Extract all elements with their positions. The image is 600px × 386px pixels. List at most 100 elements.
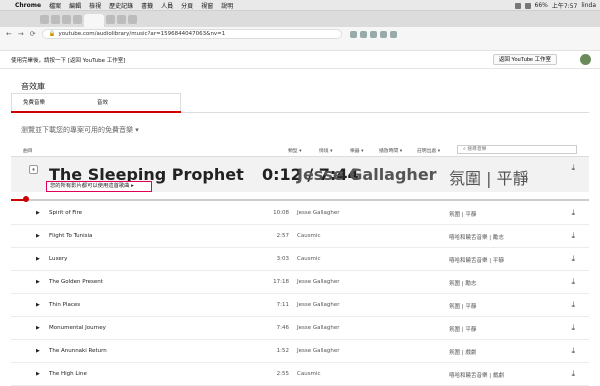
track-artist: Causmic: [297, 256, 321, 262]
browse-dropdown[interactable]: 瀏覽並下載您的專案可用的免費音樂 ▾: [21, 125, 139, 135]
download-icon[interactable]: ⤓: [571, 163, 575, 173]
license-note[interactable]: 您的所有影片都可以使用這首歌曲 ▸: [46, 181, 152, 192]
menu-view[interactable]: 檢視: [89, 1, 101, 10]
back-arrow-icon[interactable]: ←: [6, 30, 12, 38]
play-icon[interactable]: ▶: [36, 325, 40, 331]
instrument-filter[interactable]: 樂器 ▾: [350, 147, 364, 154]
menu-history[interactable]: 歷史記錄: [109, 1, 133, 10]
bookmarks-bar: [0, 41, 600, 51]
download-icon[interactable]: ⤓: [571, 254, 575, 264]
track-row[interactable]: ▶ Luxery 3:03 Causmic 嘻哈和饒舌音樂 | 平靜 ⤓: [11, 248, 589, 271]
menu-help[interactable]: 說明: [221, 1, 233, 10]
download-icon[interactable]: ⤓: [571, 346, 575, 356]
browser-tab[interactable]: [62, 14, 71, 24]
download-icon[interactable]: ⤓: [571, 208, 575, 218]
play-icon[interactable]: ▶: [36, 210, 40, 216]
browser-tab[interactable]: [40, 14, 49, 24]
back-to-studio-button[interactable]: 返回 YouTube 工作室: [492, 54, 557, 65]
extension-icon[interactable]: [369, 30, 377, 38]
clock[interactable]: 上午7:57: [552, 1, 577, 10]
track-artist: Jesse Gallagher: [297, 210, 340, 216]
reload-icon[interactable]: ⟳: [30, 30, 36, 38]
download-icon[interactable]: ⤓: [571, 323, 575, 333]
track-artist: Jesse Gallagher: [297, 279, 340, 285]
track-row[interactable]: ▶ Thin Places 7:11 Jesse Gallagher 氛圍 | 平靜 ⤓: [11, 294, 589, 317]
play-icon[interactable]: ▶: [36, 279, 40, 285]
studio-instruction: 使用完畢後，請按一下 [返回 YouTube 工作室]: [11, 57, 126, 64]
user-name[interactable]: linda: [581, 2, 596, 9]
playback-progress[interactable]: [11, 196, 589, 202]
lock-icon: 🔒: [48, 30, 56, 37]
track-row[interactable]: ▶ Spirit of Fire 10:08 Jesse Gallagher 氛圍 | …: [11, 202, 589, 225]
studio-header: 使用完畢後，請按一下 [返回 YouTube 工作室] 返回 YouTube 工…: [0, 51, 600, 69]
track-title: The Anunnaki Return: [49, 348, 107, 354]
download-icon[interactable]: ⤓: [571, 300, 575, 310]
track-duration: 2:55: [276, 371, 289, 377]
tab-strip: [0, 11, 600, 27]
extension-icon[interactable]: [389, 30, 397, 38]
track-duration: 2:57: [276, 233, 289, 239]
now-playing-row[interactable]: ⏸ The Sleeping Prophet 0:12 / 7:44 Jesse…: [11, 157, 589, 192]
track-title: Flight To Tunisia: [49, 233, 93, 239]
extension-icon[interactable]: [349, 30, 357, 38]
track-artist: Jesse Gallagher: [297, 165, 437, 184]
genre-filter[interactable]: 類型 ▾: [288, 147, 302, 154]
track-genre: 嘻哈和饒舌音樂 | 平靜: [449, 258, 504, 264]
browser-tab[interactable]: [73, 14, 82, 24]
duration-filter[interactable]: 播放時間 ▾: [379, 147, 402, 154]
track-genre: 氛圍 | 平靜: [449, 212, 477, 218]
avatar[interactable]: [580, 54, 591, 65]
download-icon[interactable]: ⤓: [571, 231, 575, 241]
track-title: Thin Places: [49, 302, 81, 308]
search-placeholder: 搜尋音樂: [467, 147, 487, 152]
track-row[interactable]: ▶ Monumental Journey 7:46 Jesse Gallagher 氛圍…: [11, 317, 589, 340]
track-genre: 氛圍 | 平靜: [449, 304, 477, 310]
menu-file[interactable]: 檔案: [49, 1, 61, 10]
active-tab-underline: [11, 111, 181, 113]
track-genre: 氛圍 | 平靜: [449, 169, 529, 188]
track-duration: 7:46: [276, 325, 289, 331]
forward-arrow-icon[interactable]: →: [18, 30, 24, 38]
download-icon[interactable]: ⤓: [571, 277, 575, 287]
tab-free-music[interactable]: 免費音樂: [23, 98, 45, 106]
play-icon[interactable]: ▶: [36, 233, 40, 239]
attribution-filter[interactable]: 註明出處 ▾: [417, 147, 440, 154]
track-row[interactable]: ▶ The Anunnaki Return 1:52 Jesse Gallagher 氛…: [11, 340, 589, 363]
search-input[interactable]: ⌕ 搜尋音樂: [457, 145, 577, 154]
track-row[interactable]: ▶ The Golden Present 17:18 Jesse Gallagher 氛…: [11, 271, 589, 294]
play-icon[interactable]: ▶: [36, 302, 40, 308]
browser-tab[interactable]: [128, 14, 137, 24]
address-bar[interactable]: 🔒 youtube.com/audiolibrary/music?ar=1596…: [41, 29, 342, 39]
track-artist: Jesse Gallagher: [297, 302, 340, 308]
browser-tab[interactable]: [106, 14, 115, 24]
mood-filter[interactable]: 情境 ▾: [319, 147, 333, 154]
status-icon[interactable]: [514, 2, 521, 9]
menu-edit[interactable]: 編輯: [69, 1, 81, 10]
browser-tab[interactable]: [117, 14, 126, 24]
menu-chrome[interactable]: Chrome: [15, 2, 41, 9]
download-icon[interactable]: ⤓: [571, 369, 575, 379]
play-icon[interactable]: ▶: [36, 371, 40, 377]
tab-sound-effects[interactable]: 音效: [97, 98, 108, 106]
audio-library-card: 音效庫 免費音樂 音效 瀏覽並下載您的專案可用的免費音樂 ▾ 曲目 類型 ▾ 情…: [11, 69, 589, 386]
extension-icon[interactable]: [359, 30, 367, 38]
play-icon[interactable]: ▶: [36, 256, 40, 262]
track-duration: 3:03: [276, 256, 289, 262]
status-icon[interactable]: [524, 2, 531, 9]
track-genre: 氛圍 | 勵志: [449, 281, 477, 287]
track-artist: Jesse Gallagher: [297, 348, 340, 354]
track-row[interactable]: ▶ Flight To Tunisia 2:57 Causmic 嘻哈和饒舌音樂 | 勵…: [11, 225, 589, 248]
menu-bookmarks[interactable]: 書籤: [141, 1, 153, 10]
play-icon[interactable]: ▶: [36, 348, 40, 354]
track-duration: 1:52: [276, 348, 289, 354]
browser-tab[interactable]: [51, 14, 60, 24]
extension-icon[interactable]: [379, 30, 387, 38]
track-genre: 氛圍 | 戲劇: [449, 350, 477, 356]
browser-tab-active[interactable]: [84, 14, 104, 27]
track-artist: Causmic: [297, 371, 321, 377]
menu-people[interactable]: 人員: [161, 1, 173, 10]
menu-tab[interactable]: 分頁: [181, 1, 193, 10]
menu-window[interactable]: 視窗: [201, 1, 213, 10]
pause-icon[interactable]: ⏸: [29, 165, 38, 174]
track-artist: Jesse Gallagher: [297, 325, 340, 331]
